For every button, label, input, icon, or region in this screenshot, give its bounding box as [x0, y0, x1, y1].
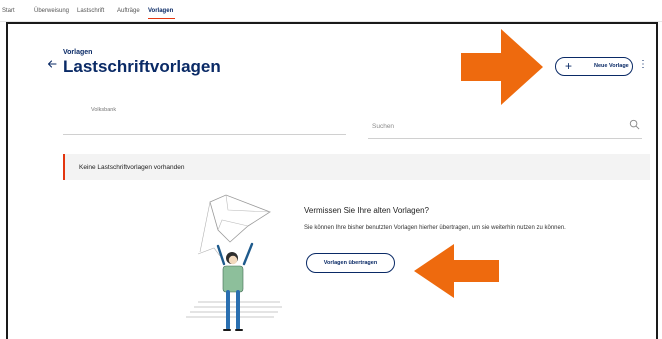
search-input[interactable]	[372, 119, 612, 133]
tab-lastschrift[interactable]: Lastschrift	[77, 8, 104, 14]
new-template-button[interactable]: + Neue Vorlage	[555, 57, 633, 76]
transfer-templates-button[interactable]: Vorlagen übertragen	[306, 253, 395, 273]
kebab-menu-icon[interactable]: ⋮	[638, 58, 648, 72]
empty-state-notice: Keine Lastschriftvorlagen vorhanden	[63, 154, 650, 180]
migration-title: Vermissen Sie Ihre alten Vorlagen?	[304, 206, 429, 215]
tab-start[interactable]: Start	[2, 8, 15, 14]
tab-ueberweisung[interactable]: Überweisung	[34, 8, 69, 14]
search-field	[368, 113, 642, 139]
tab-auftraege[interactable]: Aufträge	[117, 8, 140, 14]
migration-description: Sie können Ihre bisher benutzten Vorlage…	[304, 225, 566, 231]
account-select-label: Volksbank	[91, 107, 117, 113]
top-navigation: Start Überweisung Lastschrift Aufträge V…	[0, 0, 662, 22]
account-select[interactable]: Volksbank	[63, 103, 346, 135]
annotation-arrow-icon	[461, 29, 543, 105]
plus-icon: +	[565, 59, 573, 73]
tab-vorlagen[interactable]: Vorlagen	[148, 8, 176, 19]
empty-state-text: Keine Lastschriftvorlagen vorhanden	[79, 164, 185, 171]
transfer-templates-button-label: Vorlagen übertragen	[323, 260, 378, 266]
back-arrow-icon[interactable]	[47, 59, 57, 71]
annotation-arrow-icon	[414, 244, 499, 298]
person-holding-paper-illustration	[186, 194, 282, 331]
page-title: Lastschriftvorlagen	[63, 57, 221, 76]
breadcrumb[interactable]: Vorlagen	[63, 49, 92, 56]
search-icon[interactable]	[629, 119, 640, 130]
new-template-button-label: Neue Vorlage	[594, 63, 629, 69]
